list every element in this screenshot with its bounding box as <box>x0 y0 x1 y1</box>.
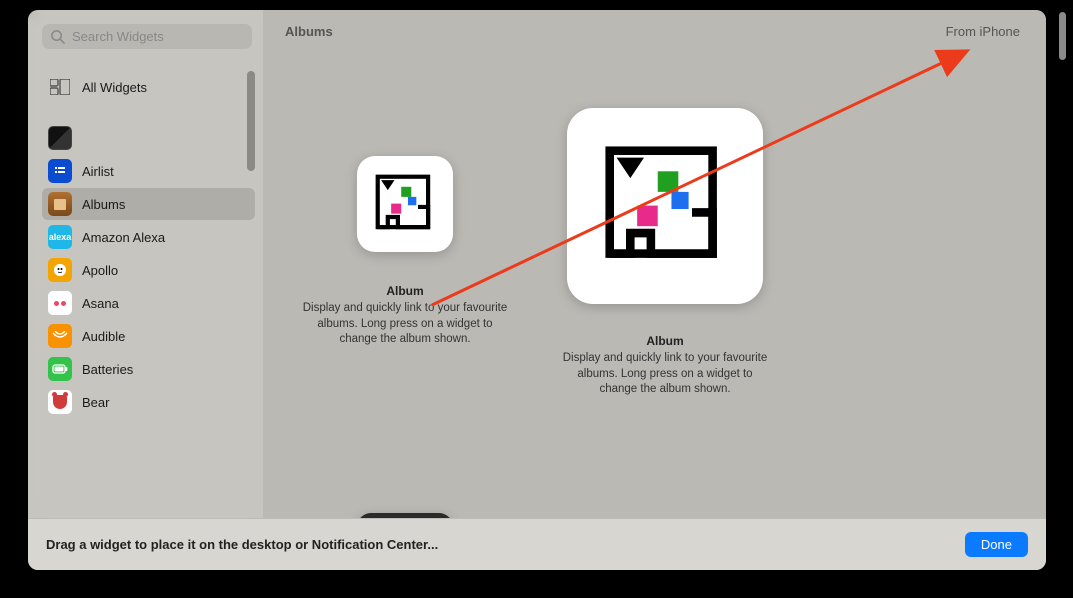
sidebar-item-label: All Widgets <box>82 80 147 95</box>
content-pane: Albums From iPhone <box>263 10 1046 518</box>
bear-icon <box>48 390 72 414</box>
search-input[interactable] <box>42 24 252 49</box>
sidebar-item-airlist[interactable]: Airlist <box>42 155 255 187</box>
widget-title: Album <box>386 284 423 298</box>
all-widgets-icon <box>48 75 72 99</box>
widget-grid: Album Display and quickly link to your f… <box>263 39 1046 518</box>
widget-desc: Display and quickly link to your favouri… <box>300 301 510 348</box>
search-icon <box>50 29 65 44</box>
apollo-icon <box>48 258 72 282</box>
main-area: All Widgets Airlist Albums <box>28 10 1046 518</box>
widget-album-medium[interactable]: Album Display and quickly link to your f… <box>539 53 791 398</box>
sidebar-item-label: Airlist <box>82 164 114 179</box>
audible-icon <box>48 324 72 348</box>
airlist-icon <box>48 159 72 183</box>
sidebar-item-asana[interactable]: Asana <box>42 287 255 319</box>
broken-image-icon <box>596 137 733 274</box>
widget-album-small[interactable]: Album Display and quickly link to your f… <box>283 53 527 398</box>
widget-album-of-the-day[interactable]: COFFEEHOUSE CHILL Album of the Day Displ… <box>283 410 527 518</box>
app-icon <box>48 126 72 150</box>
sidebar-scrollbar[interactable] <box>247 71 255 171</box>
sidebar-list: All Widgets Airlist Albums <box>42 71 255 518</box>
sidebar-item-unnamed[interactable] <box>42 122 255 154</box>
sidebar-item-label: Apollo <box>82 263 118 278</box>
sidebar-item-apollo[interactable]: Apollo <box>42 254 255 286</box>
footer-hint: Drag a widget to place it on the desktop… <box>46 537 438 552</box>
batteries-icon <box>48 357 72 381</box>
sidebar-item-all-widgets[interactable]: All Widgets <box>42 71 255 103</box>
sidebar-item-batteries[interactable]: Batteries <box>42 353 255 385</box>
widget-preview-small <box>357 156 453 252</box>
sidebar-item-amazon-alexa[interactable]: alexa Amazon Alexa <box>42 221 255 253</box>
broken-image-icon <box>371 170 438 237</box>
sidebar-item-albums[interactable]: Albums <box>42 188 255 220</box>
source-label: From iPhone <box>946 24 1020 39</box>
sidebar-item-label: Asana <box>82 296 119 311</box>
content-heading: Albums <box>285 24 333 39</box>
sidebar-item-label: Albums <box>82 197 125 212</box>
sidebar: All Widgets Airlist Albums <box>28 10 263 518</box>
widget-title: Album <box>646 334 683 348</box>
sidebar-item-label: Bear <box>82 395 109 410</box>
done-button[interactable]: Done <box>965 532 1028 557</box>
widget-preview-aotd: COFFEEHOUSE CHILL <box>357 513 453 518</box>
widget-gallery-window: All Widgets Airlist Albums <box>28 10 1046 570</box>
asana-icon <box>48 291 72 315</box>
search-container <box>42 24 252 49</box>
bottom-bar: Drag a widget to place it on the desktop… <box>28 518 1046 570</box>
sidebar-item-bear[interactable]: Bear <box>42 386 255 418</box>
content-header: Albums From iPhone <box>263 10 1046 39</box>
window-scrollbar[interactable] <box>1059 12 1066 60</box>
sidebar-item-audible[interactable]: Audible <box>42 320 255 352</box>
sidebar-item-label: Audible <box>82 329 125 344</box>
albums-icon <box>48 192 72 216</box>
widget-preview-medium <box>567 108 763 304</box>
alexa-icon: alexa <box>48 225 72 249</box>
sidebar-item-label: Amazon Alexa <box>82 230 165 245</box>
sidebar-item-label: Batteries <box>82 362 133 377</box>
widget-desc: Display and quickly link to your favouri… <box>560 351 770 398</box>
